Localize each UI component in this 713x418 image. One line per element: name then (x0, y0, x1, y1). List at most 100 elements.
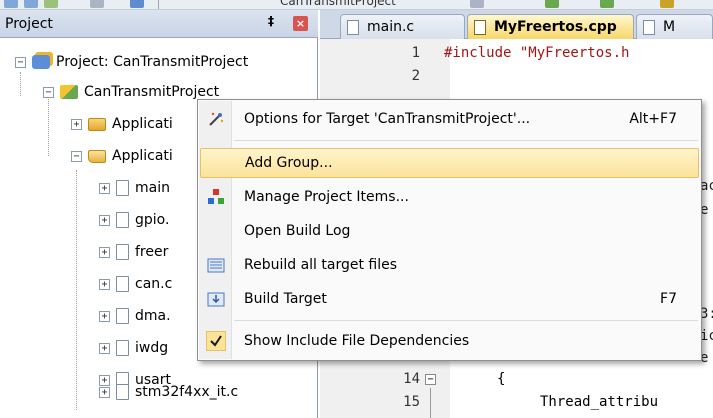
expand-icon[interactable]: + (71, 118, 82, 130)
line-number: 2 (411, 68, 420, 84)
tree-item-project-root[interactable]: − Project: CanTransmitProject (15, 50, 248, 74)
file-icon (116, 340, 129, 356)
target-select[interactable]: CanTransmitProject (280, 0, 396, 8)
menu-item-build-target[interactable]: Build Target F7 (200, 284, 699, 314)
tab-partial[interactable]: M (636, 14, 713, 39)
pin-icon[interactable]: ‡ (268, 14, 274, 28)
toolbar-icon[interactable] (545, 0, 559, 8)
project-panel-header: Project ‡ × (0, 10, 318, 38)
tree-item-file[interactable]: + freer (99, 240, 168, 264)
tree-item-file[interactable]: + gpio. (99, 208, 169, 232)
rebuild-icon (206, 255, 226, 275)
toolbar-icon[interactable] (660, 0, 674, 8)
collapse-icon[interactable]: − (43, 86, 54, 98)
tree-item-label: Project: CanTransmitProject (56, 54, 249, 70)
close-icon[interactable]: × (293, 16, 308, 31)
tree-item-label: CanTransmitProject (84, 84, 220, 100)
project-items-icon (206, 187, 226, 207)
file-icon (116, 244, 129, 260)
context-menu: Options for Target 'CanTransmitProject'.… (197, 99, 702, 361)
expand-icon[interactable]: + (99, 310, 110, 322)
expand-icon[interactable]: + (99, 246, 110, 258)
toolbar-icon[interactable] (600, 0, 614, 8)
menu-item-shortcut: F7 (660, 291, 677, 307)
code-line-brace[interactable]: { (497, 371, 505, 387)
tree-guide (48, 96, 49, 156)
project-panel-title: Project (5, 16, 53, 32)
main-toolbar: CanTransmitProject (0, 0, 713, 10)
file-icon (643, 19, 655, 35)
toolbar-icon[interactable] (90, 0, 104, 8)
menu-item-label: Options for Target 'CanTransmitProject'.… (244, 111, 531, 127)
toolbar-icon[interactable] (130, 0, 144, 8)
expand-icon[interactable]: + (99, 182, 110, 194)
menu-separator (234, 320, 698, 321)
file-icon (116, 384, 129, 400)
tab-myfreertos-cpp[interactable]: MyFreertos.cpp (467, 14, 634, 39)
menu-item-shortcut: Alt+F7 (629, 111, 677, 127)
file-icon (116, 308, 129, 324)
tree-item-label: Applicati (112, 148, 173, 164)
menu-item-show-include-deps[interactable]: Show Include File Dependencies (200, 326, 699, 356)
target-icon (60, 85, 78, 99)
toolbar-icon[interactable] (4, 0, 18, 8)
tree-item-label: main (135, 180, 170, 196)
tree-item-label: can.c (135, 276, 173, 292)
tree-item-group[interactable]: + Applicati (71, 112, 173, 136)
tree-item-group[interactable]: − Applicati (71, 144, 173, 168)
tree-item-file[interactable]: + main (99, 176, 170, 200)
line-number: 1 (411, 45, 420, 61)
file-icon (347, 19, 359, 35)
expand-icon[interactable]: + (99, 214, 110, 226)
tab-label: M (663, 19, 676, 35)
fold-toggle-icon[interactable]: − (425, 374, 436, 385)
expand-icon[interactable]: + (99, 278, 110, 290)
toolbar-icon[interactable] (470, 0, 484, 8)
menu-item-label: Show Include File Dependencies (244, 333, 470, 349)
tree-item-file[interactable]: + stm32f4xx_it.c (99, 380, 238, 404)
toolbar-icon[interactable] (44, 0, 58, 8)
menu-item-label: Manage Project Items... (244, 189, 409, 205)
tree-item-file[interactable]: + iwdg (99, 336, 168, 360)
fold-guide (430, 388, 431, 418)
code-line-thread-attr[interactable]: Thread_attribu (540, 394, 658, 410)
toolbar-icon[interactable] (24, 0, 38, 8)
tree-item-label: iwdg (135, 340, 169, 356)
toolbar-separator (158, 0, 159, 9)
tree-item-label: freer (135, 244, 169, 260)
expand-icon[interactable]: + (99, 386, 110, 398)
tree-item-file[interactable]: + dma. (99, 304, 171, 328)
tree-item-label: Applicati (112, 116, 173, 132)
menu-item-label: Add Group... (245, 155, 333, 171)
tree-item-file[interactable]: + can.c (99, 272, 172, 296)
menu-item-open-build-log[interactable]: Open Build Log (200, 216, 699, 246)
line-number: 14 (403, 371, 420, 387)
magic-wand-icon (206, 109, 226, 129)
project-icon (32, 55, 50, 69)
tab-main-c[interactable]: main.c (340, 14, 465, 39)
line-number: 15 (403, 394, 420, 410)
cpp-file-icon (474, 19, 486, 35)
menu-item-manage-project-items[interactable]: Manage Project Items... (200, 182, 699, 212)
tab-label: main.c (367, 19, 415, 35)
menu-item-add-group[interactable]: Add Group... (200, 148, 699, 178)
file-icon (116, 212, 129, 228)
checkmark-icon (206, 331, 226, 351)
tree-item-label: dma. (135, 308, 171, 324)
menu-item-options-for-target[interactable]: Options for Target 'CanTransmitProject'.… (200, 104, 699, 134)
menu-item-label: Rebuild all target files (244, 257, 398, 273)
tree-item-label: gpio. (135, 212, 170, 228)
expand-icon[interactable]: + (99, 342, 110, 354)
code-line-include[interactable]: #include "MyFreertos.h (444, 45, 629, 61)
editor-tab-bar: main.c MyFreertos.cpp M (320, 10, 713, 39)
file-icon (116, 276, 129, 292)
menu-separator (234, 140, 698, 141)
menu-item-label: Build Target (244, 291, 327, 307)
tree-item-label: stm32f4xx_it.c (135, 384, 239, 400)
tab-label: MyFreertos.cpp (494, 19, 617, 35)
file-icon (116, 180, 129, 196)
tree-item-target[interactable]: − CanTransmitProject (43, 80, 219, 104)
collapse-icon[interactable]: − (71, 150, 82, 162)
collapse-icon[interactable]: − (15, 56, 26, 68)
menu-item-rebuild-all[interactable]: Rebuild all target files (200, 250, 699, 280)
